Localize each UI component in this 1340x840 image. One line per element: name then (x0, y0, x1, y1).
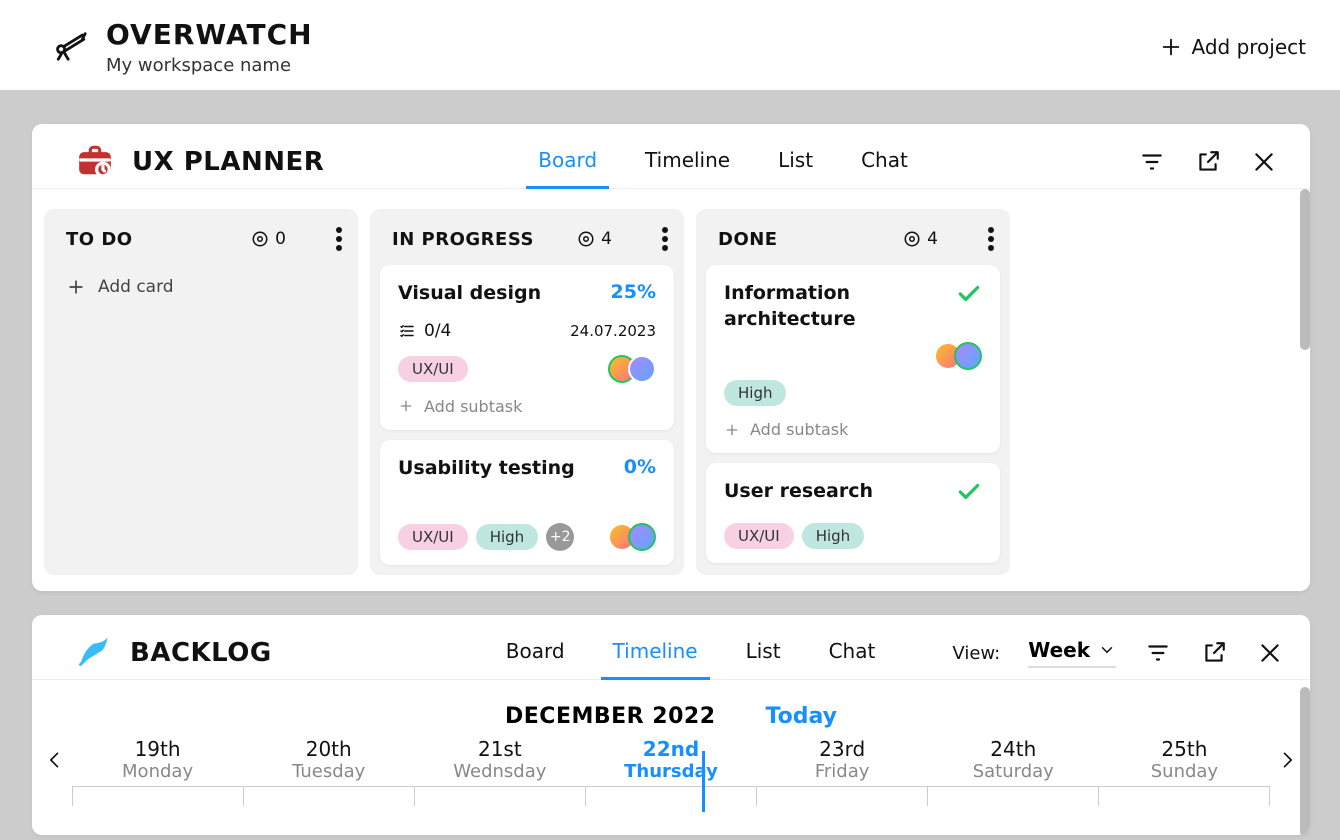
column-count: 4 (577, 229, 612, 249)
card-avatars (934, 342, 982, 370)
card-title: User research (724, 479, 873, 505)
column-title: IN PROGRESS (392, 229, 534, 250)
close-icon[interactable] (1250, 148, 1278, 176)
panel-title: UX PLANNER (132, 147, 324, 177)
add-card-button[interactable]: Add card (44, 265, 358, 321)
card-title: Usability testing (398, 456, 575, 482)
scrollbar[interactable] (1300, 189, 1310, 350)
tab-chat[interactable]: Chat (857, 136, 912, 188)
add-subtask-label: Add subtask (424, 397, 522, 416)
card-percentage: 25% (611, 281, 656, 303)
column-title: DONE (718, 229, 778, 250)
column-count: 4 (903, 229, 938, 249)
check-icon (956, 281, 982, 311)
card-title: Visual design (398, 281, 541, 307)
card-date: 24.07.2023 (570, 322, 656, 340)
today-indicator (702, 751, 705, 812)
day-wed[interactable]: 21stWednsday (414, 737, 585, 782)
column-count: 0 (251, 229, 286, 249)
pill-high: High (724, 380, 786, 406)
column-inprogress: IN PROGRESS 4 Visual design 25% 0/4 24.0 (370, 209, 684, 575)
column-done: DONE 4 Information architecture (696, 209, 1010, 575)
collapse-icon[interactable] (300, 228, 322, 250)
subtask-count: 0/4 (398, 321, 451, 341)
brand-block: OVERWATCH My workspace name (54, 18, 313, 76)
tab-timeline[interactable]: Timeline (641, 136, 734, 188)
avatar-icon (954, 342, 982, 370)
add-project-label: Add project (1192, 35, 1307, 59)
add-project-button[interactable]: Add project (1160, 35, 1307, 59)
avatar-icon (628, 523, 656, 551)
card-usability-testing[interactable]: Usability testing 0% UX/UI High +2 (380, 440, 674, 566)
day-fri[interactable]: 23rdFriday (757, 737, 928, 782)
filter-icon[interactable] (1138, 148, 1166, 176)
external-link-icon[interactable] (1200, 639, 1228, 667)
day-thu[interactable]: 22ndThursday (585, 737, 756, 782)
briefcase-icon (76, 141, 114, 183)
pill-uxui: UX/UI (724, 523, 794, 549)
external-link-icon[interactable] (1194, 148, 1222, 176)
topbar: OVERWATCH My workspace name Add project (0, 0, 1340, 90)
tab-board[interactable]: Board (502, 627, 569, 679)
column-title: TO DO (66, 229, 133, 250)
timeline-grid (72, 786, 1270, 806)
day-mon[interactable]: 19thMonday (72, 737, 243, 782)
collapse-icon[interactable] (952, 228, 974, 250)
add-card-label: Add card (98, 277, 174, 297)
pill-uxui: UX/UI (398, 356, 468, 382)
more-icon[interactable] (662, 227, 668, 251)
check-icon (956, 479, 982, 509)
next-week-button[interactable] (1270, 745, 1304, 775)
tab-list[interactable]: List (742, 627, 785, 679)
prev-week-button[interactable] (38, 745, 72, 775)
pill-uxui: UX/UI (398, 524, 468, 550)
card-avatars (608, 355, 656, 383)
chevron-down-icon (1098, 641, 1116, 659)
collapse-icon[interactable] (626, 228, 648, 250)
close-icon[interactable] (1256, 639, 1284, 667)
day-tue[interactable]: 20thTuesday (243, 737, 414, 782)
more-icon[interactable] (988, 227, 994, 251)
scrollbar[interactable] (1300, 687, 1310, 835)
pen-icon (76, 633, 112, 673)
today-button[interactable]: Today (766, 704, 837, 729)
day-sun[interactable]: 25thSunday (1099, 737, 1270, 782)
brand-name: OVERWATCH (106, 18, 313, 51)
pill-high: High (476, 524, 538, 550)
backlog-panel: BACKLOG Board Timeline List Chat View: W… (32, 615, 1310, 835)
card-visual-design[interactable]: Visual design 25% 0/4 24.07.2023 UX/UI (380, 265, 674, 430)
view-select[interactable]: Week (1028, 638, 1116, 668)
view-value: Week (1028, 638, 1090, 662)
telescope-icon (54, 28, 88, 66)
avatar-icon (628, 355, 656, 383)
workspace-name: My workspace name (106, 55, 313, 76)
tab-list[interactable]: List (774, 136, 817, 188)
panel-title: BACKLOG (130, 638, 272, 668)
card-title: Information architecture (724, 281, 944, 332)
card-user-research[interactable]: User research UX/UI High (706, 463, 1000, 563)
tab-timeline[interactable]: Timeline (609, 627, 702, 679)
add-subtask-button[interactable]: Add subtask (724, 420, 982, 439)
column-todo: TO DO 0 Add card (44, 209, 358, 575)
pill-more: +2 (546, 523, 574, 551)
more-icon[interactable] (336, 227, 342, 251)
add-subtask-label: Add subtask (750, 420, 848, 439)
add-subtask-button[interactable]: Add subtask (398, 397, 656, 416)
day-sat[interactable]: 24thSaturday (928, 737, 1099, 782)
pill-high: High (802, 523, 864, 549)
filter-icon[interactable] (1144, 639, 1172, 667)
tab-board[interactable]: Board (534, 136, 601, 188)
ux-planner-panel: UX PLANNER Board Timeline List Chat TO D… (32, 124, 1310, 591)
card-percentage: 0% (624, 456, 656, 478)
timeline-month: DECEMBER 2022 (505, 704, 715, 729)
tab-chat[interactable]: Chat (825, 627, 880, 679)
card-avatars (608, 523, 656, 551)
view-label: View: (952, 643, 1000, 664)
card-info-architecture[interactable]: Information architecture High (706, 265, 1000, 453)
